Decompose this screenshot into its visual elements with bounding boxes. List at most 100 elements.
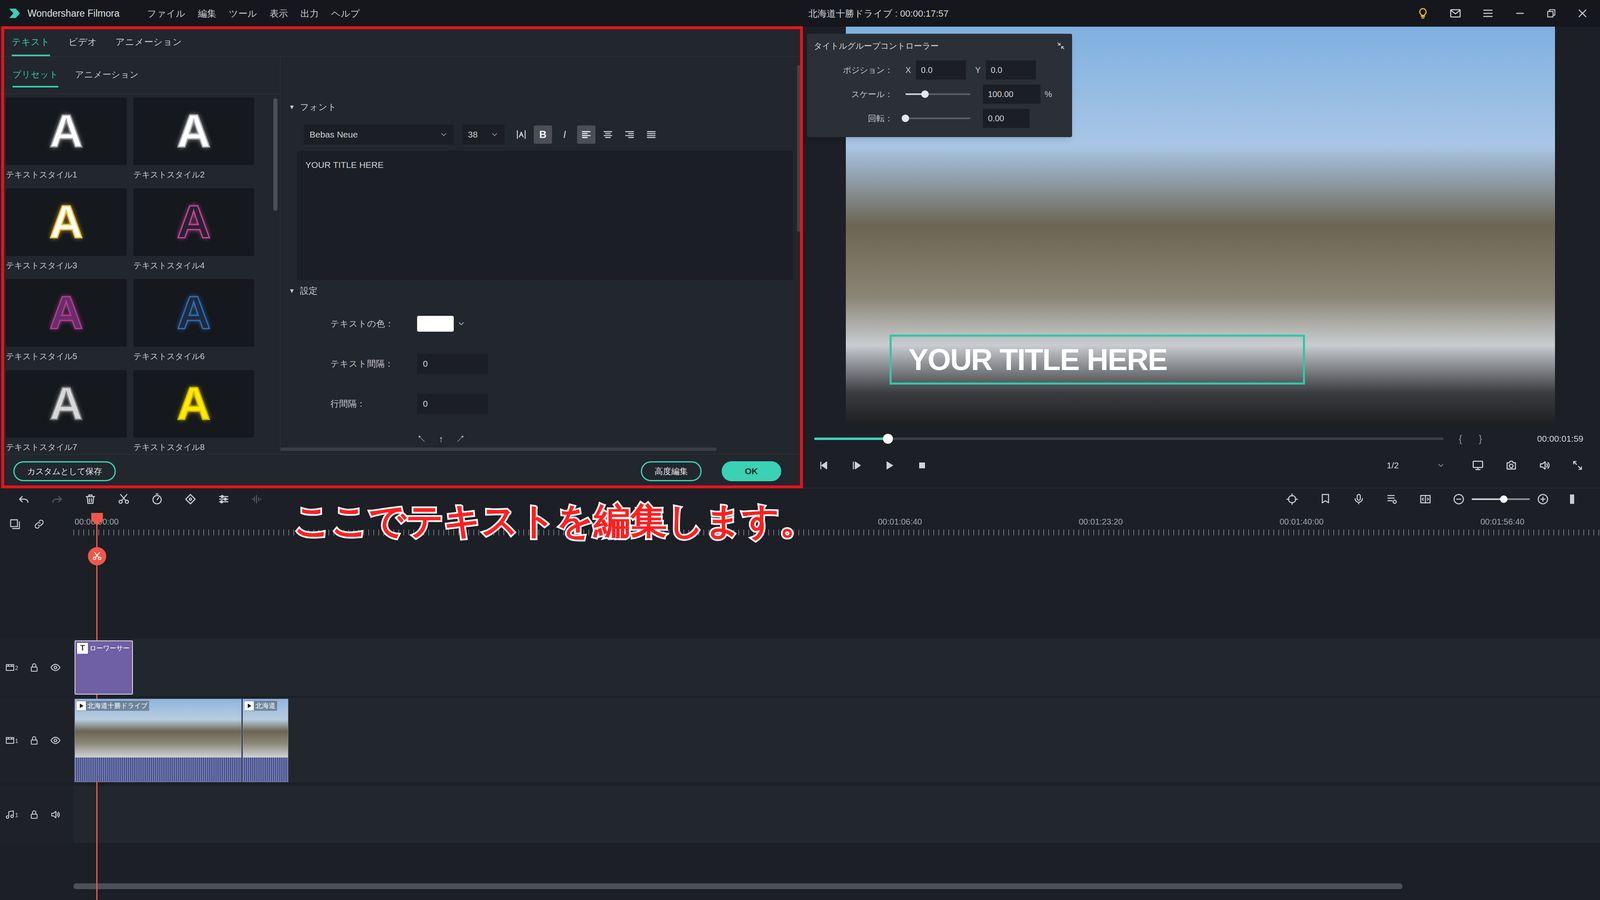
chevron-down-icon[interactable] <box>457 319 466 328</box>
sub-tab[interactable]: プリセット <box>12 62 59 88</box>
field-value[interactable]: 0.0 <box>920 63 933 77</box>
next-frame-icon[interactable] <box>850 459 863 472</box>
align-button[interactable] <box>577 125 596 144</box>
number-field[interactable]: 0.0 <box>915 60 966 80</box>
ok-button[interactable]: OK <box>721 461 782 482</box>
marker-icon[interactable] <box>1319 492 1332 506</box>
align-button[interactable] <box>642 125 661 144</box>
speaker-icon[interactable] <box>50 809 61 820</box>
menu-item[interactable]: 出力 <box>300 6 319 21</box>
adjust-icon[interactable] <box>217 492 230 506</box>
preset-item[interactable]: Aテキストスタイル5 <box>5 279 127 370</box>
cut-icon[interactable] <box>117 492 130 506</box>
zoom-slider[interactable] <box>1471 498 1530 500</box>
preset-item[interactable]: Aテキストスタイル7 <box>5 370 127 455</box>
position-arrow[interactable]: ↖ <box>417 432 427 446</box>
preset-item[interactable]: Aテキストスタイル6 <box>133 279 255 370</box>
preset-item[interactable]: Aテキストスタイル1 <box>5 97 127 189</box>
color-swatch[interactable] <box>417 315 454 332</box>
preset-scrollbar[interactable] <box>273 98 278 211</box>
bulb-icon[interactable] <box>1416 7 1430 20</box>
scrubber-track[interactable] <box>814 437 1444 440</box>
snapshot-icon[interactable] <box>1505 459 1518 472</box>
restore-icon[interactable] <box>1545 7 1557 19</box>
eye-icon[interactable] <box>50 662 61 673</box>
voiceover-icon[interactable] <box>1352 492 1365 506</box>
timeline-scrollbar[interactable] <box>73 883 1403 890</box>
menu-item[interactable]: ファイル <box>147 6 186 21</box>
delete-icon[interactable] <box>84 492 97 506</box>
style-button[interactable]: B <box>533 125 553 144</box>
preset-item[interactable]: Aテキストスタイル8 <box>133 370 255 455</box>
close-icon[interactable] <box>1576 7 1589 20</box>
volume-icon[interactable] <box>1538 459 1551 472</box>
number-field[interactable]: 0 <box>417 353 488 374</box>
position-arrow[interactable]: ↗ <box>455 432 465 446</box>
sub-tab[interactable]: アニメーション <box>75 62 139 88</box>
zoom-knob[interactable] <box>1500 495 1508 503</box>
zoom-in-icon[interactable] <box>1536 492 1550 506</box>
advanced-edit-button[interactable]: 高度編集 <box>640 461 702 482</box>
video-clip[interactable]: 北海道 <box>242 698 289 783</box>
redo-icon[interactable] <box>50 492 64 506</box>
quality-dropdown[interactable]: 1/2 <box>1380 456 1451 475</box>
preset-thumbnail[interactable]: A <box>133 97 255 165</box>
collapse-icon[interactable] <box>1056 41 1066 51</box>
collapse-toggle[interactable]: ▼ <box>288 286 295 296</box>
play-icon[interactable] <box>882 459 896 472</box>
audio-waveform-icon[interactable] <box>250 492 264 506</box>
section-header[interactable]: ▼フォント <box>280 97 793 117</box>
slider[interactable] <box>905 117 971 120</box>
undo-icon[interactable] <box>17 492 30 506</box>
lock-icon[interactable] <box>29 662 40 673</box>
section-header[interactable]: ▼設定 <box>280 281 793 300</box>
menu-item[interactable]: ヘルプ <box>331 6 360 21</box>
collapse-toggle[interactable]: ▼ <box>288 102 295 113</box>
preset-thumbnail[interactable]: A <box>5 370 127 438</box>
font-family-dropdown[interactable]: Bebas Neue <box>303 124 454 145</box>
mark-out-button[interactable]: } <box>1478 431 1483 447</box>
menu-icon[interactable] <box>1481 7 1495 20</box>
scrubber-knob[interactable] <box>882 433 893 444</box>
slider-knob[interactable] <box>901 114 910 123</box>
font-size-dropdown[interactable]: 38 <box>462 124 505 145</box>
panel-toggle-icon[interactable] <box>1565 492 1579 506</box>
field-value[interactable]: 100.00 <box>987 87 1014 101</box>
zoom-out-icon[interactable] <box>1452 492 1465 506</box>
preset-thumbnail[interactable]: A <box>5 188 127 256</box>
title-clip[interactable]: Tローワーサー <box>74 640 133 695</box>
speed-icon[interactable] <box>150 492 164 506</box>
title-overlay-text[interactable]: YOUR TITLE HERE <box>908 337 1168 383</box>
menu-item[interactable]: 表示 <box>269 6 288 21</box>
preset-thumbnail[interactable]: A <box>133 370 255 438</box>
audio-mixer-icon[interactable] <box>1385 492 1399 506</box>
field-value[interactable]: 0.00 <box>987 112 1005 125</box>
slider[interactable] <box>905 93 971 95</box>
render-icon[interactable] <box>1285 492 1299 506</box>
lock-icon[interactable] <box>29 735 40 746</box>
field-value[interactable]: 0 <box>422 397 428 411</box>
fullscreen-icon[interactable] <box>1571 459 1584 472</box>
align-button[interactable] <box>620 125 639 144</box>
title-overlay-box[interactable]: YOUR TITLE HERE <box>889 334 1305 385</box>
mail-icon[interactable] <box>1449 7 1462 20</box>
minimize-icon[interactable] <box>1514 7 1526 20</box>
mark-in-button[interactable]: { <box>1458 431 1463 447</box>
menu-item[interactable]: 編集 <box>197 6 217 21</box>
style-button[interactable]: I <box>555 125 574 144</box>
field-value[interactable]: 0.0 <box>990 63 1003 77</box>
vertical-scrollbar[interactable] <box>797 65 801 232</box>
align-button[interactable] <box>598 125 618 144</box>
keyframe-icon[interactable] <box>184 492 197 506</box>
position-arrow[interactable]: ↑ <box>438 432 444 446</box>
number-field[interactable]: 100.00 <box>982 84 1041 104</box>
editor-tab[interactable]: テキスト <box>11 35 50 57</box>
video-clip[interactable]: 北海道十勝ドライブ <box>74 698 242 783</box>
display-icon[interactable] <box>1471 459 1485 472</box>
preset-thumbnail[interactable]: A <box>5 97 127 165</box>
preset-item[interactable]: Aテキストスタイル3 <box>5 188 127 280</box>
preset-thumbnail[interactable]: A <box>5 279 127 347</box>
previous-frame-icon[interactable] <box>817 459 830 472</box>
lock-icon[interactable] <box>29 809 40 820</box>
text-input[interactable]: YOUR TITLE HERE <box>297 150 793 280</box>
